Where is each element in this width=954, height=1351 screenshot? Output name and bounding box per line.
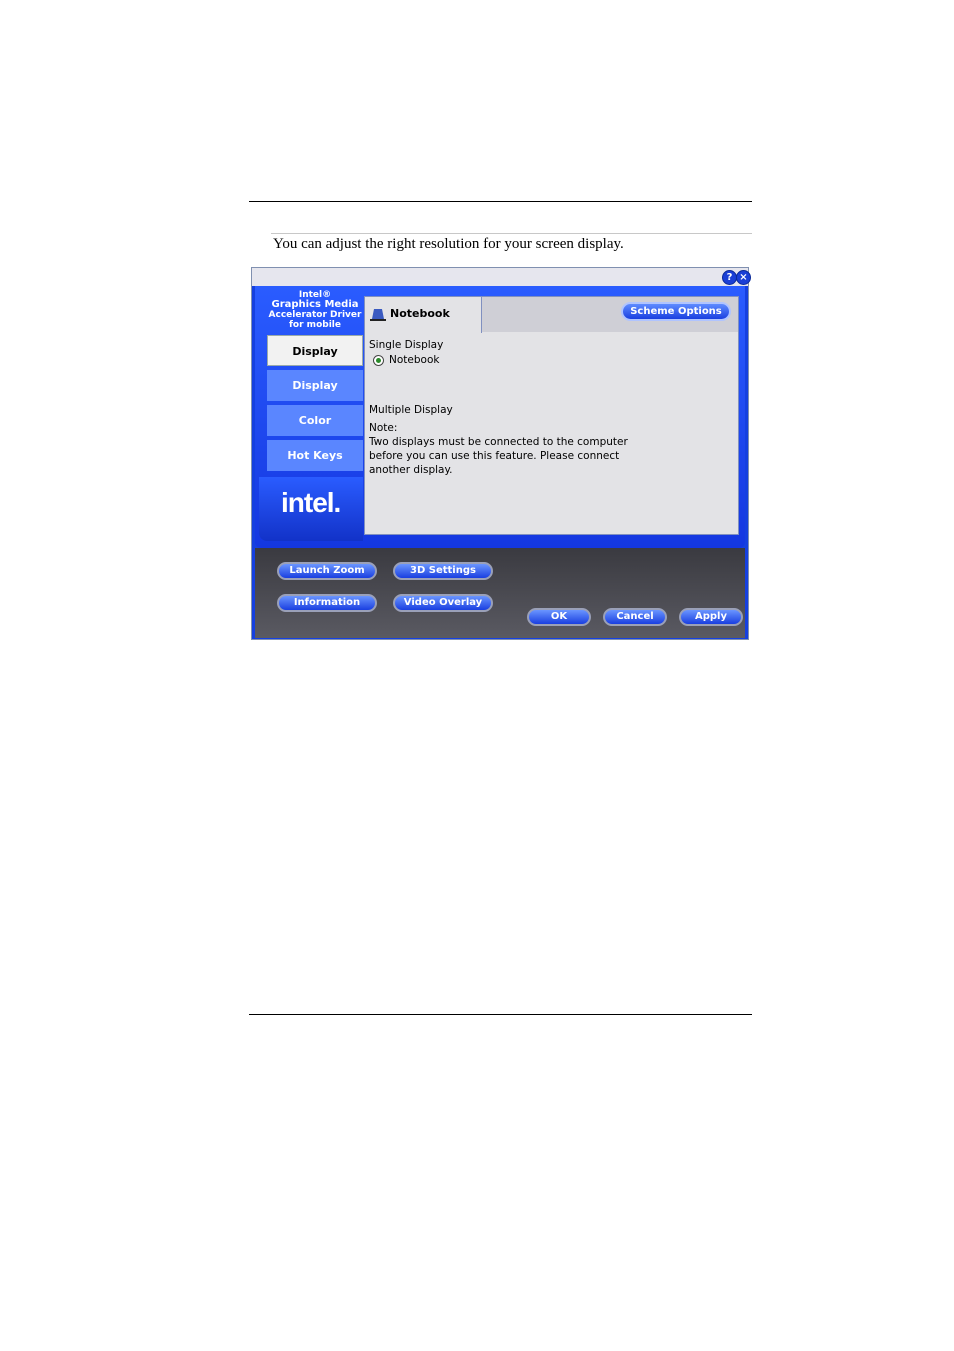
button-bar: Launch Zoom 3D Settings Information Vide… [255,548,745,638]
brand-text: intel. [281,487,341,518]
notebook-radio-label: Notebook [389,354,440,366]
intel-logo: intel. [259,477,363,541]
logo-line: Accelerator Driver [268,310,362,320]
launch-zoom-button[interactable]: Launch Zoom [277,562,377,580]
section-rule [271,233,752,234]
notebook-icon [370,309,386,321]
apply-button[interactable]: Apply [679,608,743,626]
multiple-display-heading: Multiple Display [369,404,453,416]
note-label: Note: [369,422,398,434]
cancel-button[interactable]: Cancel [603,608,667,626]
information-button[interactable]: Information [277,594,377,612]
main-frame: Intel® Graphics Media Accelerator Driver… [255,286,745,548]
nav-hot-keys[interactable]: Hot Keys [267,440,363,471]
product-logo-text: Intel® Graphics Media Accelerator Driver… [261,290,369,330]
intro-text: You can adjust the right resolution for … [273,236,624,252]
header-rule [249,201,752,202]
tab-notebook[interactable]: Notebook [365,297,482,333]
logo-line: Graphics Media [271,299,359,310]
note-line: another display. [369,464,453,476]
note-line: before you can use this feature. Please … [369,450,620,462]
content-panel: Notebook Scheme Options Single Display N… [364,296,739,535]
logo-line: for mobile [289,320,341,330]
ok-button[interactable]: OK [527,608,591,626]
close-icon[interactable]: × [736,270,751,285]
tab-bar: Notebook Scheme Options [365,297,738,333]
help-icon[interactable]: ? [722,270,737,285]
graphics-driver-dialog: ? × Intel® Graphics Media Accelerator Dr… [251,267,751,640]
footer-rule [249,1014,752,1015]
nav-color-correction[interactable]: Color Correction [267,405,363,458]
tab-label: Notebook [390,307,450,320]
nav-display-settings[interactable]: Display Settings [267,370,363,423]
video-overlay-button[interactable]: Video Overlay [393,594,493,612]
nav-display-devices[interactable]: Display Devices [267,335,363,389]
title-strip: ? × [252,268,751,286]
notebook-radio[interactable] [373,355,384,366]
3d-settings-button[interactable]: 3D Settings [393,562,493,580]
scheme-options-button[interactable]: Scheme Options [621,302,731,321]
single-display-heading: Single Display [369,339,444,351]
note-line: Two displays must be connected to the co… [369,436,628,448]
